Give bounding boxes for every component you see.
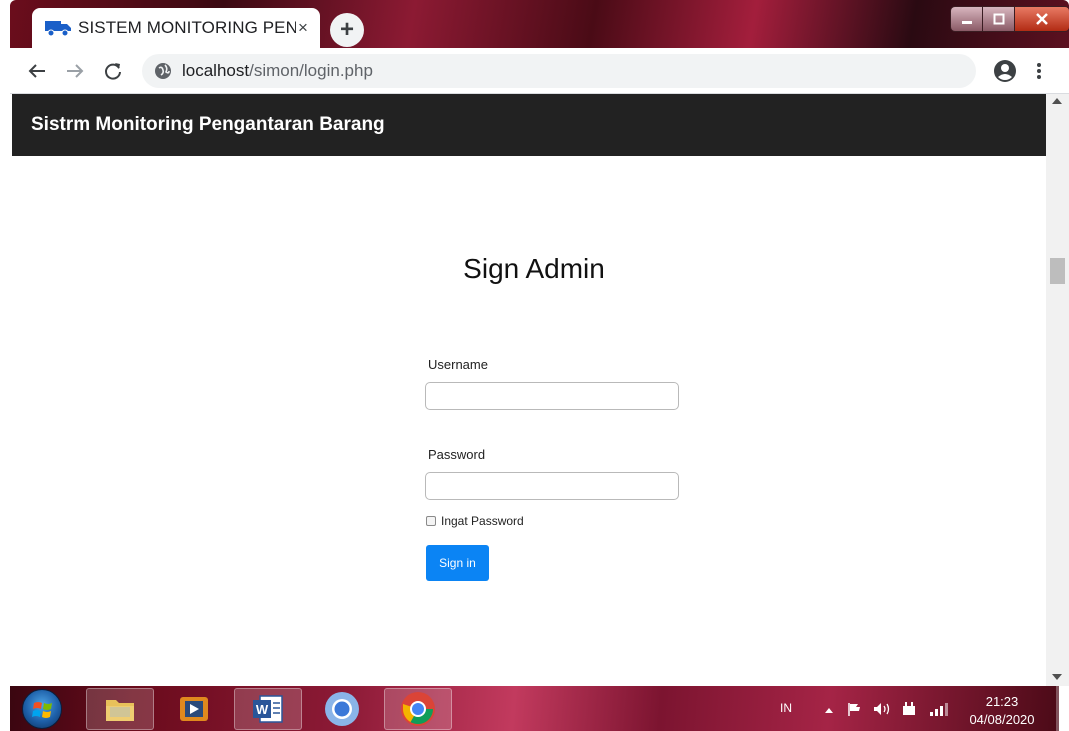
reload-icon (105, 62, 121, 80)
language-indicator[interactable]: IN (780, 701, 792, 715)
plus-icon: + (339, 16, 354, 43)
browser-menu-button[interactable] (1032, 58, 1046, 84)
tab-title: SISTEM MONITORING PEN (78, 18, 296, 37)
forward-button[interactable] (62, 58, 88, 84)
browser-toolbar: localhost/simon/login.php (10, 48, 1069, 94)
url-host: localhost (182, 60, 250, 80)
remember-checkbox[interactable] (426, 516, 436, 526)
show-desktop-button[interactable] (1056, 686, 1059, 731)
word-icon: W (253, 695, 283, 723)
start-button[interactable] (22, 689, 62, 729)
show-hidden-icons-icon[interactable] (824, 706, 834, 714)
clock-time: 21:23 (985, 694, 1019, 709)
taskbar-explorer-button[interactable] (86, 688, 154, 730)
window-controls (950, 6, 1069, 32)
remember-label: Ingat Password (441, 514, 524, 528)
volume-icon[interactable] (872, 701, 892, 717)
site-brand[interactable]: Sistrm Monitoring Pengantaran Barang (31, 114, 385, 136)
taskbar-chromium-button[interactable] (308, 688, 376, 730)
power-plug-icon[interactable] (900, 701, 920, 717)
scroll-thumb[interactable] (1050, 258, 1065, 284)
taskbar-chrome-button[interactable] (384, 688, 452, 730)
windows-logo-icon (32, 702, 52, 718)
remember-me[interactable]: Ingat Password (426, 514, 524, 528)
password-input[interactable] (425, 472, 679, 500)
chromium-icon (325, 692, 359, 726)
minimize-button[interactable] (951, 7, 983, 31)
close-window-button[interactable] (1013, 7, 1069, 31)
browser-tab-strip: SISTEM MONITORING PEN × + (10, 0, 1069, 48)
scroll-down-icon[interactable] (1052, 674, 1062, 680)
url-text: localhost/simon/login.php (182, 61, 373, 81)
account-circle-icon (994, 59, 1016, 82)
site-navbar: Sistrm Monitoring Pengantaran Barang (12, 94, 1046, 156)
profile-button[interactable] (992, 58, 1018, 84)
sign-in-button[interactable]: Sign in (426, 545, 489, 581)
username-input[interactable] (425, 382, 679, 410)
back-button[interactable] (24, 58, 50, 84)
more-vertical-icon (1037, 62, 1041, 79)
taskbar-clock[interactable]: 21:23 04/08/2020 (967, 694, 1037, 727)
address-bar[interactable]: localhost/simon/login.php (142, 53, 976, 88)
page-scrollbar[interactable] (1046, 94, 1069, 686)
username-label: Username (428, 357, 488, 372)
folder-icon (106, 700, 134, 721)
clock-date: 04/08/2020 (969, 712, 1035, 727)
password-label: Password (428, 447, 486, 462)
arrow-right-icon (67, 63, 84, 78)
maximize-button[interactable] (982, 7, 1014, 31)
reload-button[interactable] (100, 58, 126, 84)
system-tray: IN 21:23 04/08/2020 (780, 686, 1059, 731)
new-tab-button[interactable]: + (330, 13, 364, 47)
windows-taskbar: W IN 21:23 04/08/2020 (10, 686, 1059, 731)
globe-icon (155, 62, 171, 79)
truck-icon (45, 21, 71, 37)
taskbar-media-button[interactable] (160, 688, 228, 730)
scroll-up-icon[interactable] (1052, 98, 1062, 104)
url-path: /simon/login.php (249, 60, 373, 80)
close-icon (1036, 13, 1048, 25)
chrome-icon (401, 692, 435, 726)
media-player-icon (180, 697, 208, 721)
arrow-left-icon (28, 63, 45, 78)
action-center-flag-icon[interactable] (846, 701, 866, 717)
browser-tab-active[interactable]: SISTEM MONITORING PEN × (32, 8, 320, 48)
network-signal-icon[interactable] (928, 701, 950, 717)
page-title: Sign Admin (463, 253, 605, 284)
svg-text:W: W (256, 702, 269, 717)
tab-close-icon[interactable]: × (298, 18, 308, 38)
taskbar-word-button[interactable]: W (234, 688, 302, 730)
minimize-icon (961, 21, 972, 24)
restore-icon (993, 13, 1005, 25)
